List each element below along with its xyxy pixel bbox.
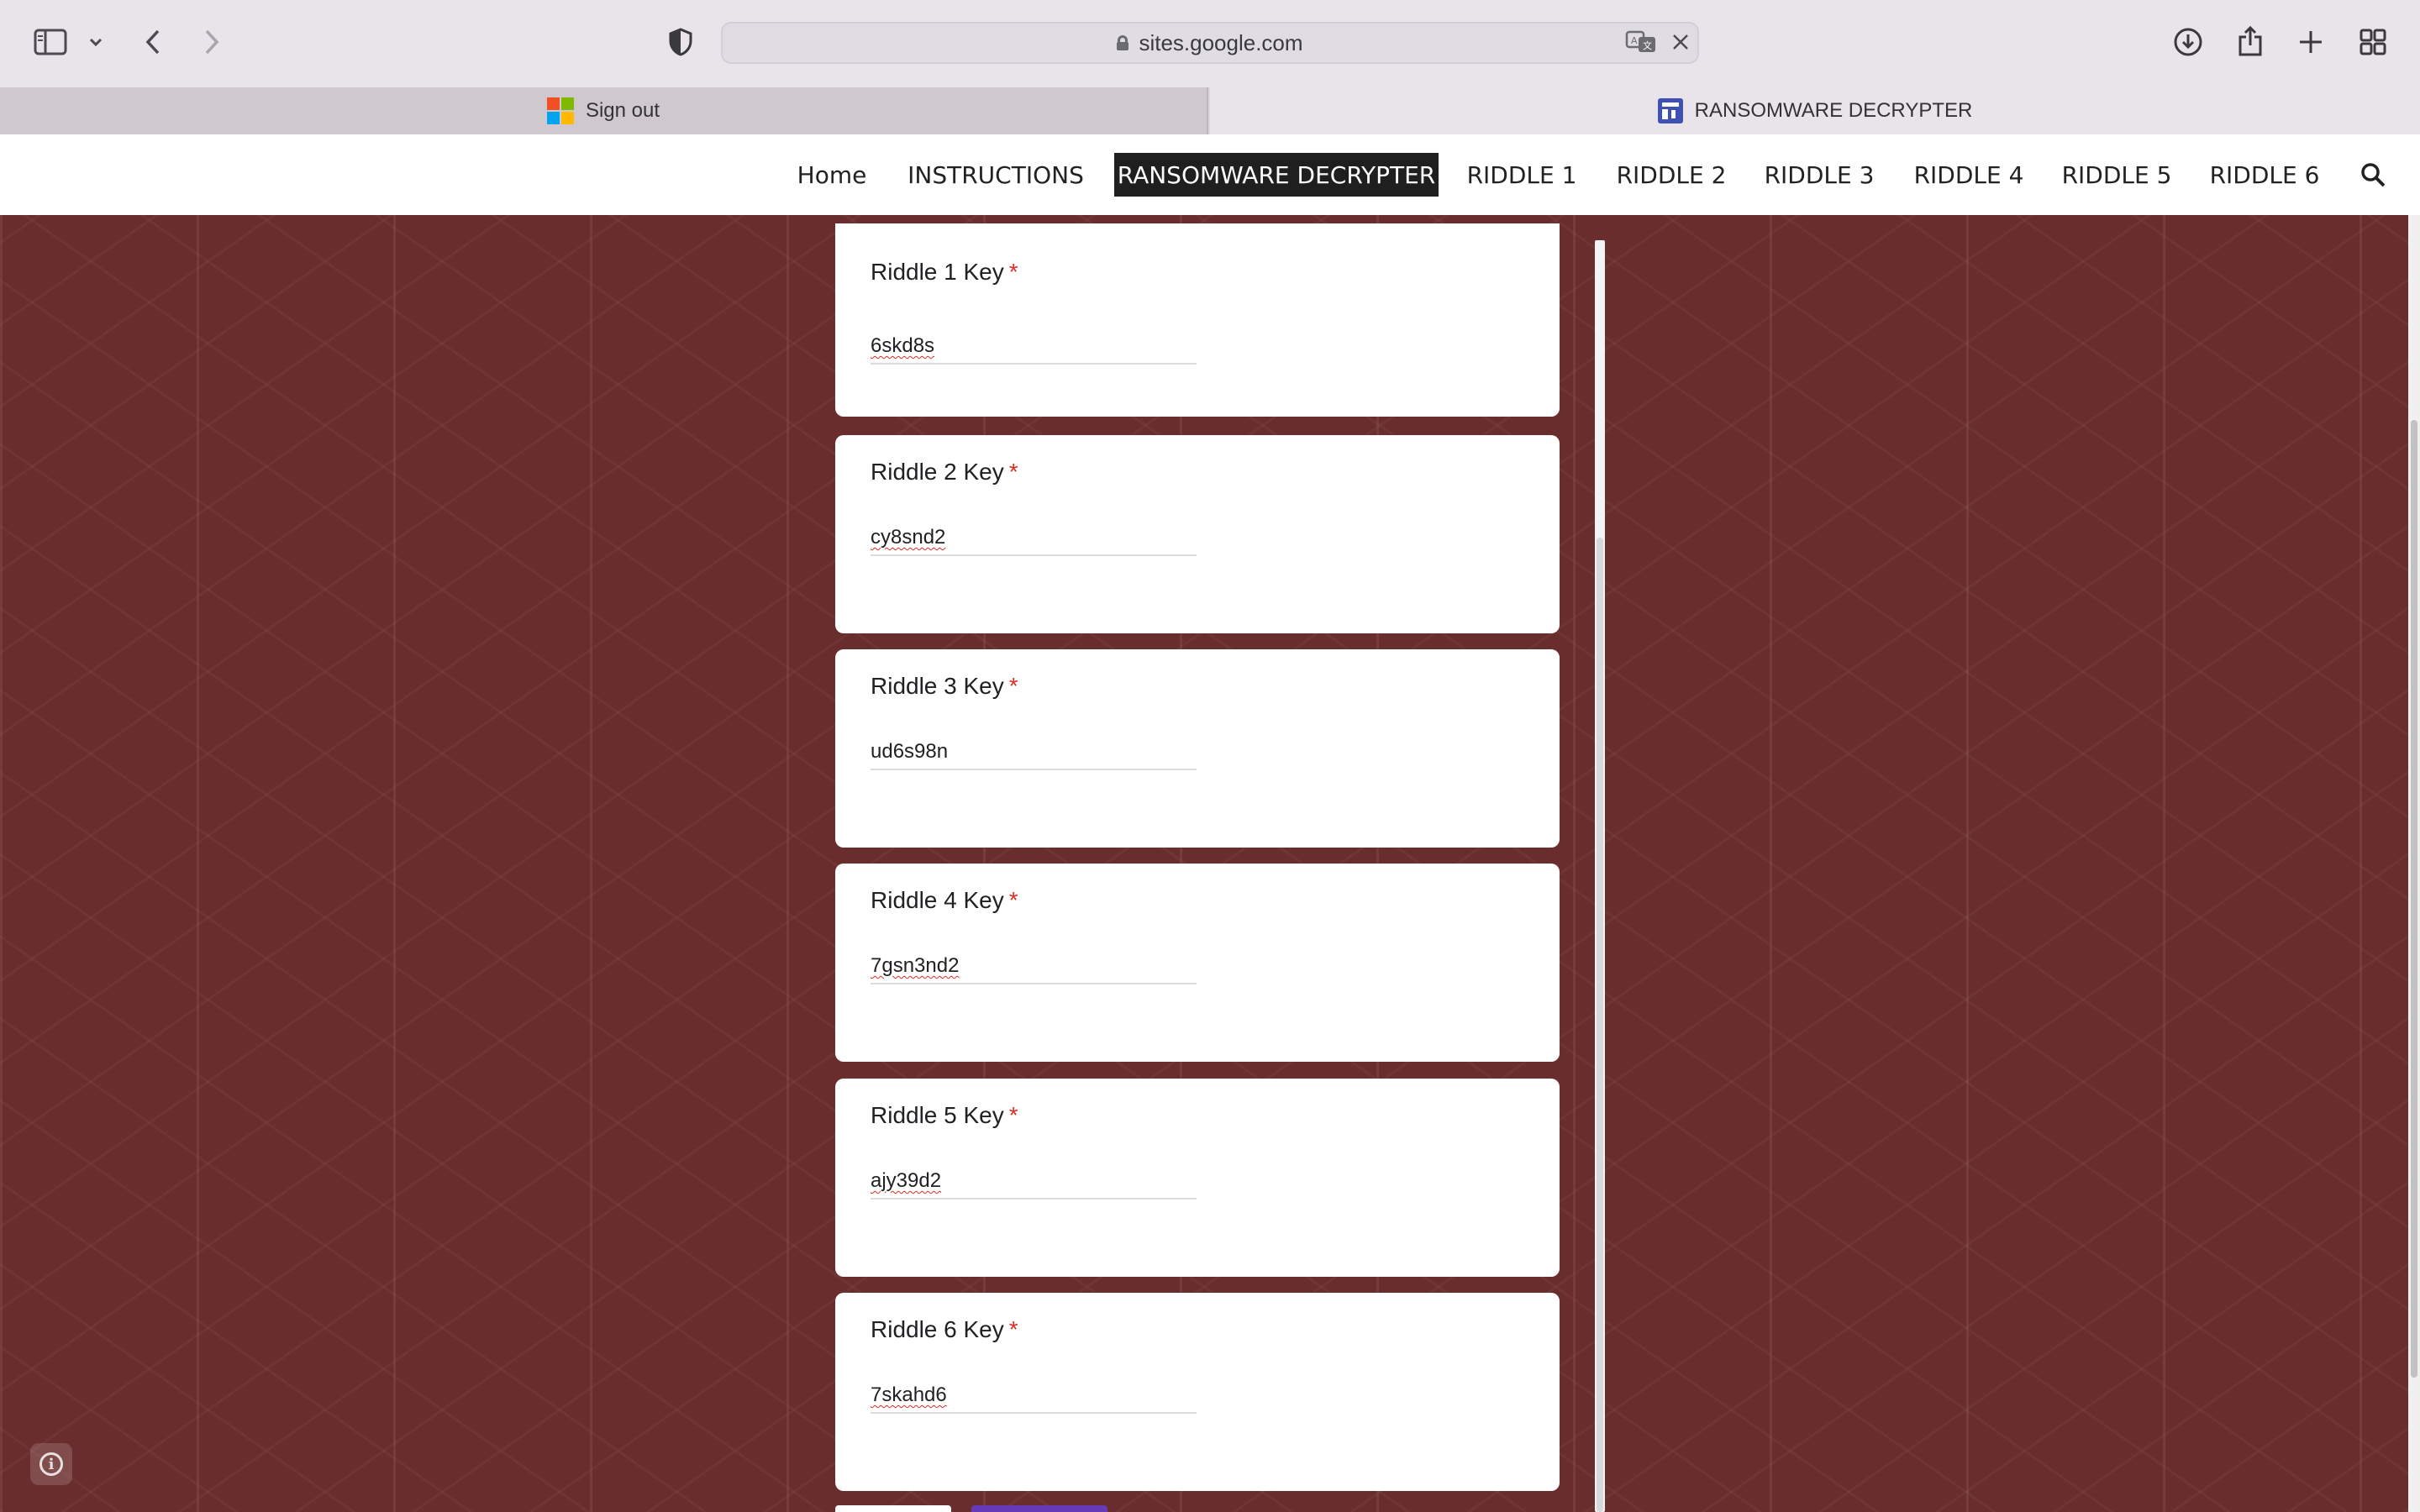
form-card: Riddle 3 Key * ud6s98n xyxy=(835,649,1560,848)
chevron-down-icon[interactable] xyxy=(84,30,108,54)
site-info-button[interactable]: i xyxy=(30,1443,72,1485)
translate-icon[interactable]: A文 xyxy=(1623,27,1660,57)
form-scrollbar-thumb[interactable] xyxy=(1597,538,1603,1512)
back-icon[interactable] xyxy=(136,25,170,59)
tab-strip: Sign out RANSOMWARE DECRYPTER xyxy=(0,87,2420,134)
site-navbar: Home INSTRUCTIONS RANSOMWARE DECRYPTER R… xyxy=(0,134,2420,215)
tab-ransomware-decrypter[interactable]: RANSOMWARE DECRYPTER xyxy=(1210,87,2420,134)
field-label: Riddle 1 Key * xyxy=(871,259,1018,285)
microsoft-logo-icon xyxy=(546,97,574,124)
forward-icon[interactable] xyxy=(195,25,229,59)
field-label: Riddle 6 Key * xyxy=(871,1316,1018,1342)
nav-riddle-5[interactable]: RIDDLE 5 xyxy=(2060,153,2173,197)
form-card: Riddle 5 Key * ajy39d2 xyxy=(835,1079,1560,1277)
sidebar-toggle-icon[interactable] xyxy=(30,25,71,59)
close-icon[interactable] xyxy=(1667,29,1694,55)
nav-riddle-6[interactable]: RIDDLE 6 xyxy=(2208,153,2321,197)
nav-home[interactable]: Home xyxy=(790,153,874,197)
nav-riddle-2[interactable]: RIDDLE 2 xyxy=(1615,153,1728,197)
form-card: Riddle 2 Key * cy8snd2 xyxy=(835,435,1560,633)
new-tab-icon[interactable] xyxy=(2294,25,2328,59)
search-icon[interactable] xyxy=(2356,158,2390,192)
privacy-shield-icon[interactable] xyxy=(664,25,697,59)
tab-sign-out[interactable]: Sign out xyxy=(0,87,1208,134)
lock-icon xyxy=(1117,35,1129,50)
nav-riddle-1[interactable]: RIDDLE 1 xyxy=(1465,153,1578,197)
form-card: Riddle 4 Key * 7gsn3nd2 xyxy=(835,864,1560,1062)
url-text: sites.google.com xyxy=(1139,29,1303,55)
field-label: Riddle 2 Key * xyxy=(871,459,1018,485)
nav-instructions[interactable]: INSTRUCTIONS xyxy=(906,153,1086,197)
riddle-1-key-input[interactable]: 6skd8s xyxy=(871,331,1197,365)
browser-toolbar: sites.google.com A文 xyxy=(0,0,2420,87)
svg-text:文: 文 xyxy=(1643,39,1652,51)
address-bar[interactable]: sites.google.com xyxy=(721,22,1699,64)
riddle-5-key-input[interactable]: ajy39d2 xyxy=(871,1166,1197,1200)
form-card: Riddle 6 Key * 7skahd6 xyxy=(835,1293,1560,1491)
download-icon[interactable] xyxy=(2170,24,2207,60)
field-label: Riddle 3 Key * xyxy=(871,673,1018,699)
nav-ransomware-decrypter[interactable]: RANSOMWARE DECRYPTER xyxy=(1114,153,1439,197)
clear-form-button[interactable] xyxy=(835,1505,951,1512)
riddle-6-key-input[interactable]: 7skahd6 xyxy=(871,1380,1197,1414)
google-sites-icon xyxy=(1657,98,1683,123)
riddle-2-key-input[interactable]: cy8snd2 xyxy=(871,522,1197,556)
tab-overview-icon[interactable] xyxy=(2356,25,2390,59)
tab-label: RANSOMWARE DECRYPTER xyxy=(1694,99,1973,122)
nav-riddle-4[interactable]: RIDDLE 4 xyxy=(1912,153,2025,197)
field-label: Riddle 5 Key * xyxy=(871,1102,1018,1128)
form-card: Riddle 1 Key * 6skd8s xyxy=(835,223,1560,417)
riddle-4-key-input[interactable]: 7gsn3nd2 xyxy=(871,951,1197,984)
field-label: Riddle 4 Key * xyxy=(871,887,1018,913)
riddle-3-key-input[interactable]: ud6s98n xyxy=(871,737,1197,770)
info-icon: i xyxy=(39,1452,63,1476)
window-scrollbar-thumb[interactable] xyxy=(2411,420,2417,1378)
submit-button[interactable] xyxy=(971,1505,1107,1512)
tab-label: Sign out xyxy=(585,99,660,122)
svg-text:A: A xyxy=(1631,35,1638,46)
share-icon[interactable] xyxy=(2232,22,2269,60)
nav-riddle-3[interactable]: RIDDLE 3 xyxy=(1763,153,1876,197)
